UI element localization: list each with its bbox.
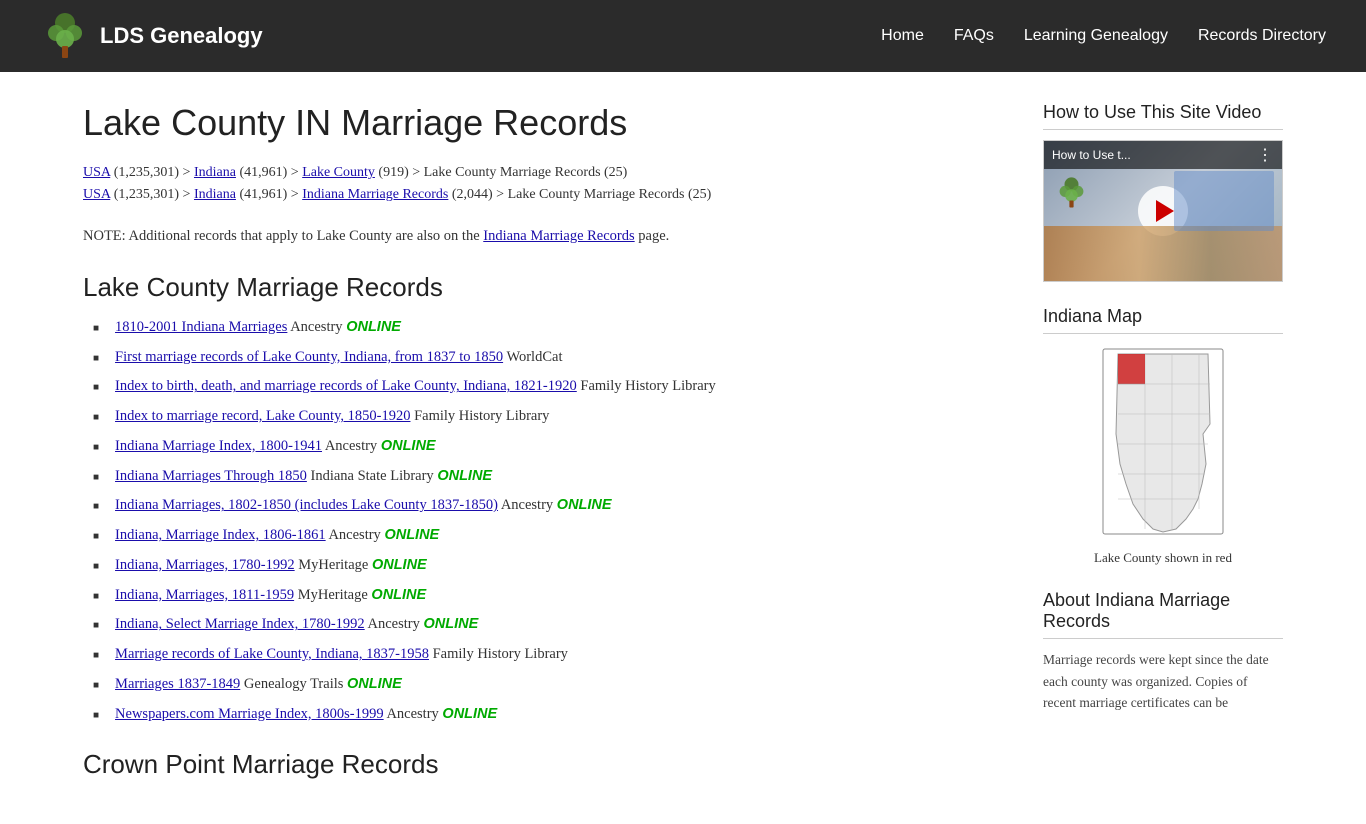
site-header: LDS Genealogy Home FAQs Learning Genealo… (0, 0, 1366, 72)
breadcrumb-usa-2[interactable]: USA (83, 187, 110, 202)
map-caption: Lake County shown in red (1043, 550, 1283, 566)
breadcrumb-line-2: USA (1,235,301) > Indiana (41,961) > Ind… (83, 184, 1003, 206)
indiana-map-container: Lake County shown in red (1043, 344, 1283, 566)
indiana-map (1098, 344, 1228, 539)
page-title: Lake County IN Marriage Records (83, 102, 1003, 144)
breadcrumb-indiana-marriage-records[interactable]: Indiana Marriage Records (302, 187, 448, 202)
list-item: Indiana Marriages Through 1850 Indiana S… (93, 466, 1003, 488)
breadcrumb-indiana-2[interactable]: Indiana (194, 187, 236, 202)
logo-tree-icon (40, 11, 90, 61)
record-link[interactable]: Indiana Marriage Index, 1800-1941 (115, 438, 322, 454)
list-item: Index to marriage record, Lake County, 1… (93, 406, 1003, 428)
sidebar-map-section: Indiana Map (1043, 306, 1283, 566)
record-link[interactable]: Indiana Marriages, 1802-1850 (includes L… (115, 497, 498, 513)
list-item: Indiana, Marriage Index, 1806-1861 Ances… (93, 525, 1003, 547)
record-link[interactable]: Indiana, Marriages, 1780-1992 (115, 557, 295, 573)
list-item: Indiana Marriage Index, 1800-1941 Ancest… (93, 436, 1003, 458)
record-link[interactable]: Index to birth, death, and marriage reco… (115, 378, 577, 394)
breadcrumb-indiana-1[interactable]: Indiana (194, 165, 236, 180)
record-link[interactable]: First marriage records of Lake County, I… (115, 349, 503, 365)
note-link[interactable]: Indiana Marriage Records (483, 228, 634, 244)
list-item: Indiana Marriages, 1802-1850 (includes L… (93, 495, 1003, 517)
video-thumbnail[interactable]: How to Use t... ⋮ (1043, 140, 1283, 282)
records-list-lake-county: 1810-2001 Indiana Marriages Ancestry ONL… (83, 317, 1003, 726)
page-container: Lake County IN Marriage Records USA (1,2… (43, 72, 1323, 824)
record-link[interactable]: Indiana Marriages Through 1850 (115, 468, 307, 484)
record-link[interactable]: Indiana, Select Marriage Index, 1780-199… (115, 616, 365, 632)
note-text: NOTE: Additional records that apply to L… (83, 225, 1003, 248)
nav-home[interactable]: Home (881, 27, 924, 45)
list-item: Index to birth, death, and marriage reco… (93, 376, 1003, 398)
video-tree-icon (1054, 176, 1089, 211)
breadcrumb-line-1: USA (1,235,301) > Indiana (41,961) > Lak… (83, 162, 1003, 184)
list-item: Marriage records of Lake County, Indiana… (93, 644, 1003, 666)
list-item: Indiana, Select Marriage Index, 1780-199… (93, 614, 1003, 636)
video-inner: How to Use t... ⋮ (1044, 141, 1282, 281)
breadcrumb-usa-1[interactable]: USA (83, 165, 110, 180)
section-heading-lake-county: Lake County Marriage Records (83, 272, 1003, 303)
sidebar-about-text: Marriage records were kept since the dat… (1043, 649, 1283, 714)
breadcrumb-lake-county[interactable]: Lake County (302, 165, 375, 180)
section-heading-crown-point: Crown Point Marriage Records (83, 749, 1003, 780)
video-top-bar: How to Use t... ⋮ (1044, 141, 1282, 169)
record-link[interactable]: Marriage records of Lake County, Indiana… (115, 646, 429, 662)
record-link[interactable]: Index to marriage record, Lake County, 1… (115, 408, 410, 424)
play-icon (1156, 200, 1174, 222)
sidebar-video-heading: How to Use This Site Video (1043, 102, 1283, 130)
sidebar-about-section: About Indiana Marriage Records Marriage … (1043, 590, 1283, 714)
breadcrumbs: USA (1,235,301) > Indiana (41,961) > Lak… (83, 162, 1003, 207)
record-link[interactable]: 1810-2001 Indiana Marriages (115, 319, 287, 335)
record-link[interactable]: Indiana, Marriage Index, 1806-1861 (115, 527, 326, 543)
sidebar: How to Use This Site Video How to Use t.… (1043, 102, 1283, 794)
logo-area[interactable]: LDS Genealogy (40, 11, 263, 61)
list-item: Indiana, Marriages, 1811-1959 MyHeritage… (93, 585, 1003, 607)
main-content: Lake County IN Marriage Records USA (1,2… (83, 102, 1003, 794)
video-text-area (1174, 171, 1274, 231)
record-link[interactable]: Marriages 1837-1849 (115, 676, 240, 692)
logo-text: LDS Genealogy (100, 23, 263, 49)
list-item: 1810-2001 Indiana Marriages Ancestry ONL… (93, 317, 1003, 339)
video-title-label: How to Use t... (1052, 148, 1131, 162)
sidebar-map-heading: Indiana Map (1043, 306, 1283, 334)
list-item: Indiana, Marriages, 1780-1992 MyHeritage… (93, 555, 1003, 577)
sidebar-video-section: How to Use This Site Video How to Use t.… (1043, 102, 1283, 282)
list-item: Marriages 1837-1849 Genealogy Trails ONL… (93, 674, 1003, 696)
sidebar-about-heading: About Indiana Marriage Records (1043, 590, 1283, 639)
nav-records-directory[interactable]: Records Directory (1198, 27, 1326, 45)
list-item: First marriage records of Lake County, I… (93, 347, 1003, 369)
main-nav: Home FAQs Learning Genealogy Records Dir… (881, 27, 1326, 45)
list-item: Newspapers.com Marriage Index, 1800s-199… (93, 704, 1003, 726)
record-link[interactable]: Newspapers.com Marriage Index, 1800s-199… (115, 706, 384, 722)
nav-faqs[interactable]: FAQs (954, 27, 994, 45)
record-link[interactable]: Indiana, Marriages, 1811-1959 (115, 587, 294, 603)
nav-learning-genealogy[interactable]: Learning Genealogy (1024, 27, 1168, 45)
video-menu-icon: ⋮ (1257, 145, 1274, 165)
video-people-area (1044, 226, 1282, 281)
